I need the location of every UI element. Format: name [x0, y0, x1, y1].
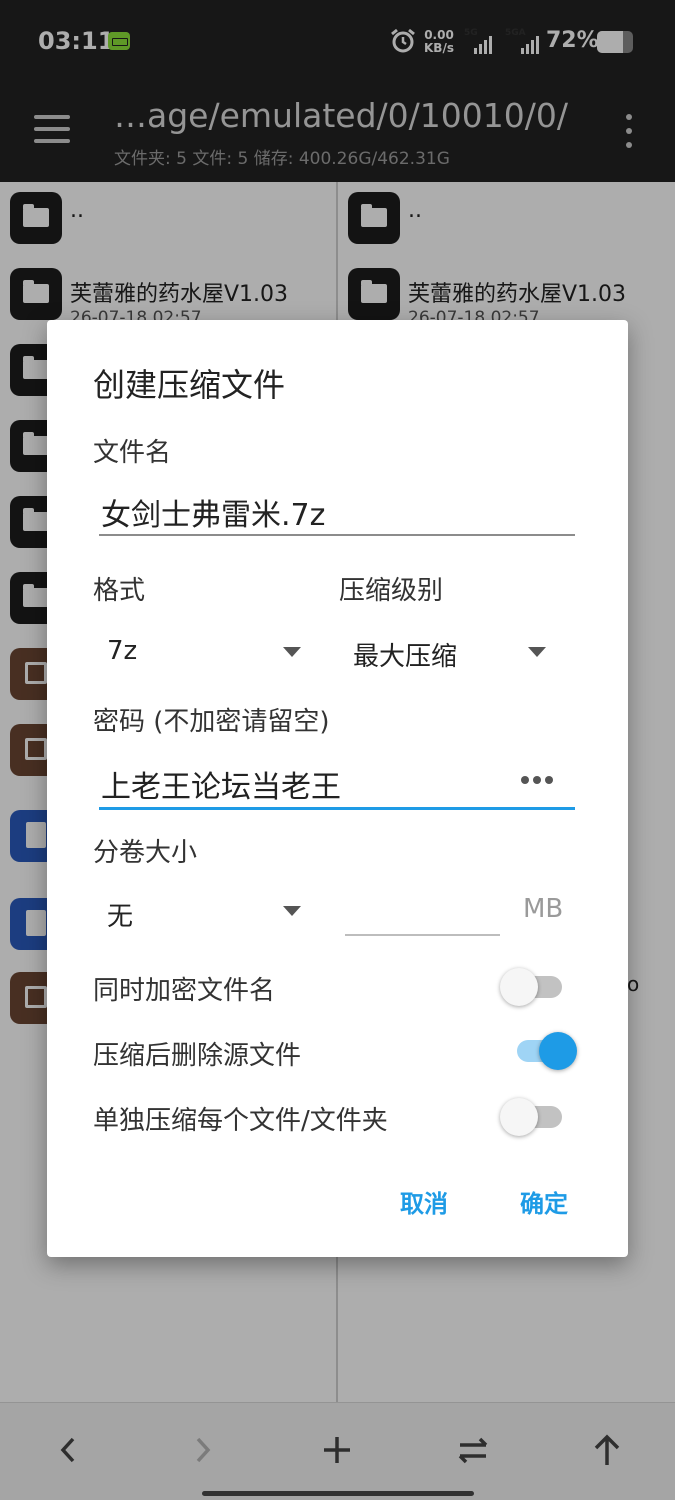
compression-level-label: 压缩级别 [339, 576, 444, 606]
delete-source-toggle[interactable] [511, 1030, 577, 1070]
volume-unit: MB [523, 894, 564, 924]
level-dropdown-icon[interactable] [528, 647, 546, 657]
volume-size-select[interactable]: 无 [107, 896, 133, 933]
password-label: 密码 (不加密请留空) [93, 707, 330, 737]
ok-button[interactable]: 确定 [520, 1184, 568, 1219]
compress-separately-toggle[interactable] [500, 1096, 566, 1136]
delete-source-label: 压缩后删除源文件 [93, 1041, 302, 1071]
format-dropdown-icon[interactable] [283, 647, 301, 657]
encrypt-filenames-label: 同时加密文件名 [93, 976, 276, 1006]
volume-size-label: 分卷大小 [93, 838, 198, 868]
encrypt-filenames-toggle[interactable] [500, 966, 566, 1006]
format-select[interactable]: 7z [107, 636, 137, 666]
password-input[interactable]: 上老王论坛当老王 [101, 762, 341, 806]
cancel-button[interactable]: 取消 [400, 1184, 448, 1219]
compression-level-select[interactable]: 最大压缩 [353, 636, 457, 673]
filename-input[interactable]: 女剑士弗雷米.7z [101, 490, 325, 534]
compress-separately-label: 单独压缩每个文件/文件夹 [93, 1106, 388, 1136]
volume-size-input[interactable] [345, 934, 500, 936]
format-label: 格式 [93, 576, 146, 606]
filename-underline [99, 534, 575, 536]
volume-dropdown-icon[interactable] [283, 906, 301, 916]
dialog-title: 创建压缩文件 [93, 366, 286, 404]
password-visibility-icon[interactable] [521, 776, 555, 786]
password-underline [99, 807, 575, 810]
create-archive-dialog: 创建压缩文件 文件名 女剑士弗雷米.7z 格式 压缩级别 7z 最大压缩 密码 … [47, 320, 628, 1257]
filename-label: 文件名 [93, 438, 172, 468]
